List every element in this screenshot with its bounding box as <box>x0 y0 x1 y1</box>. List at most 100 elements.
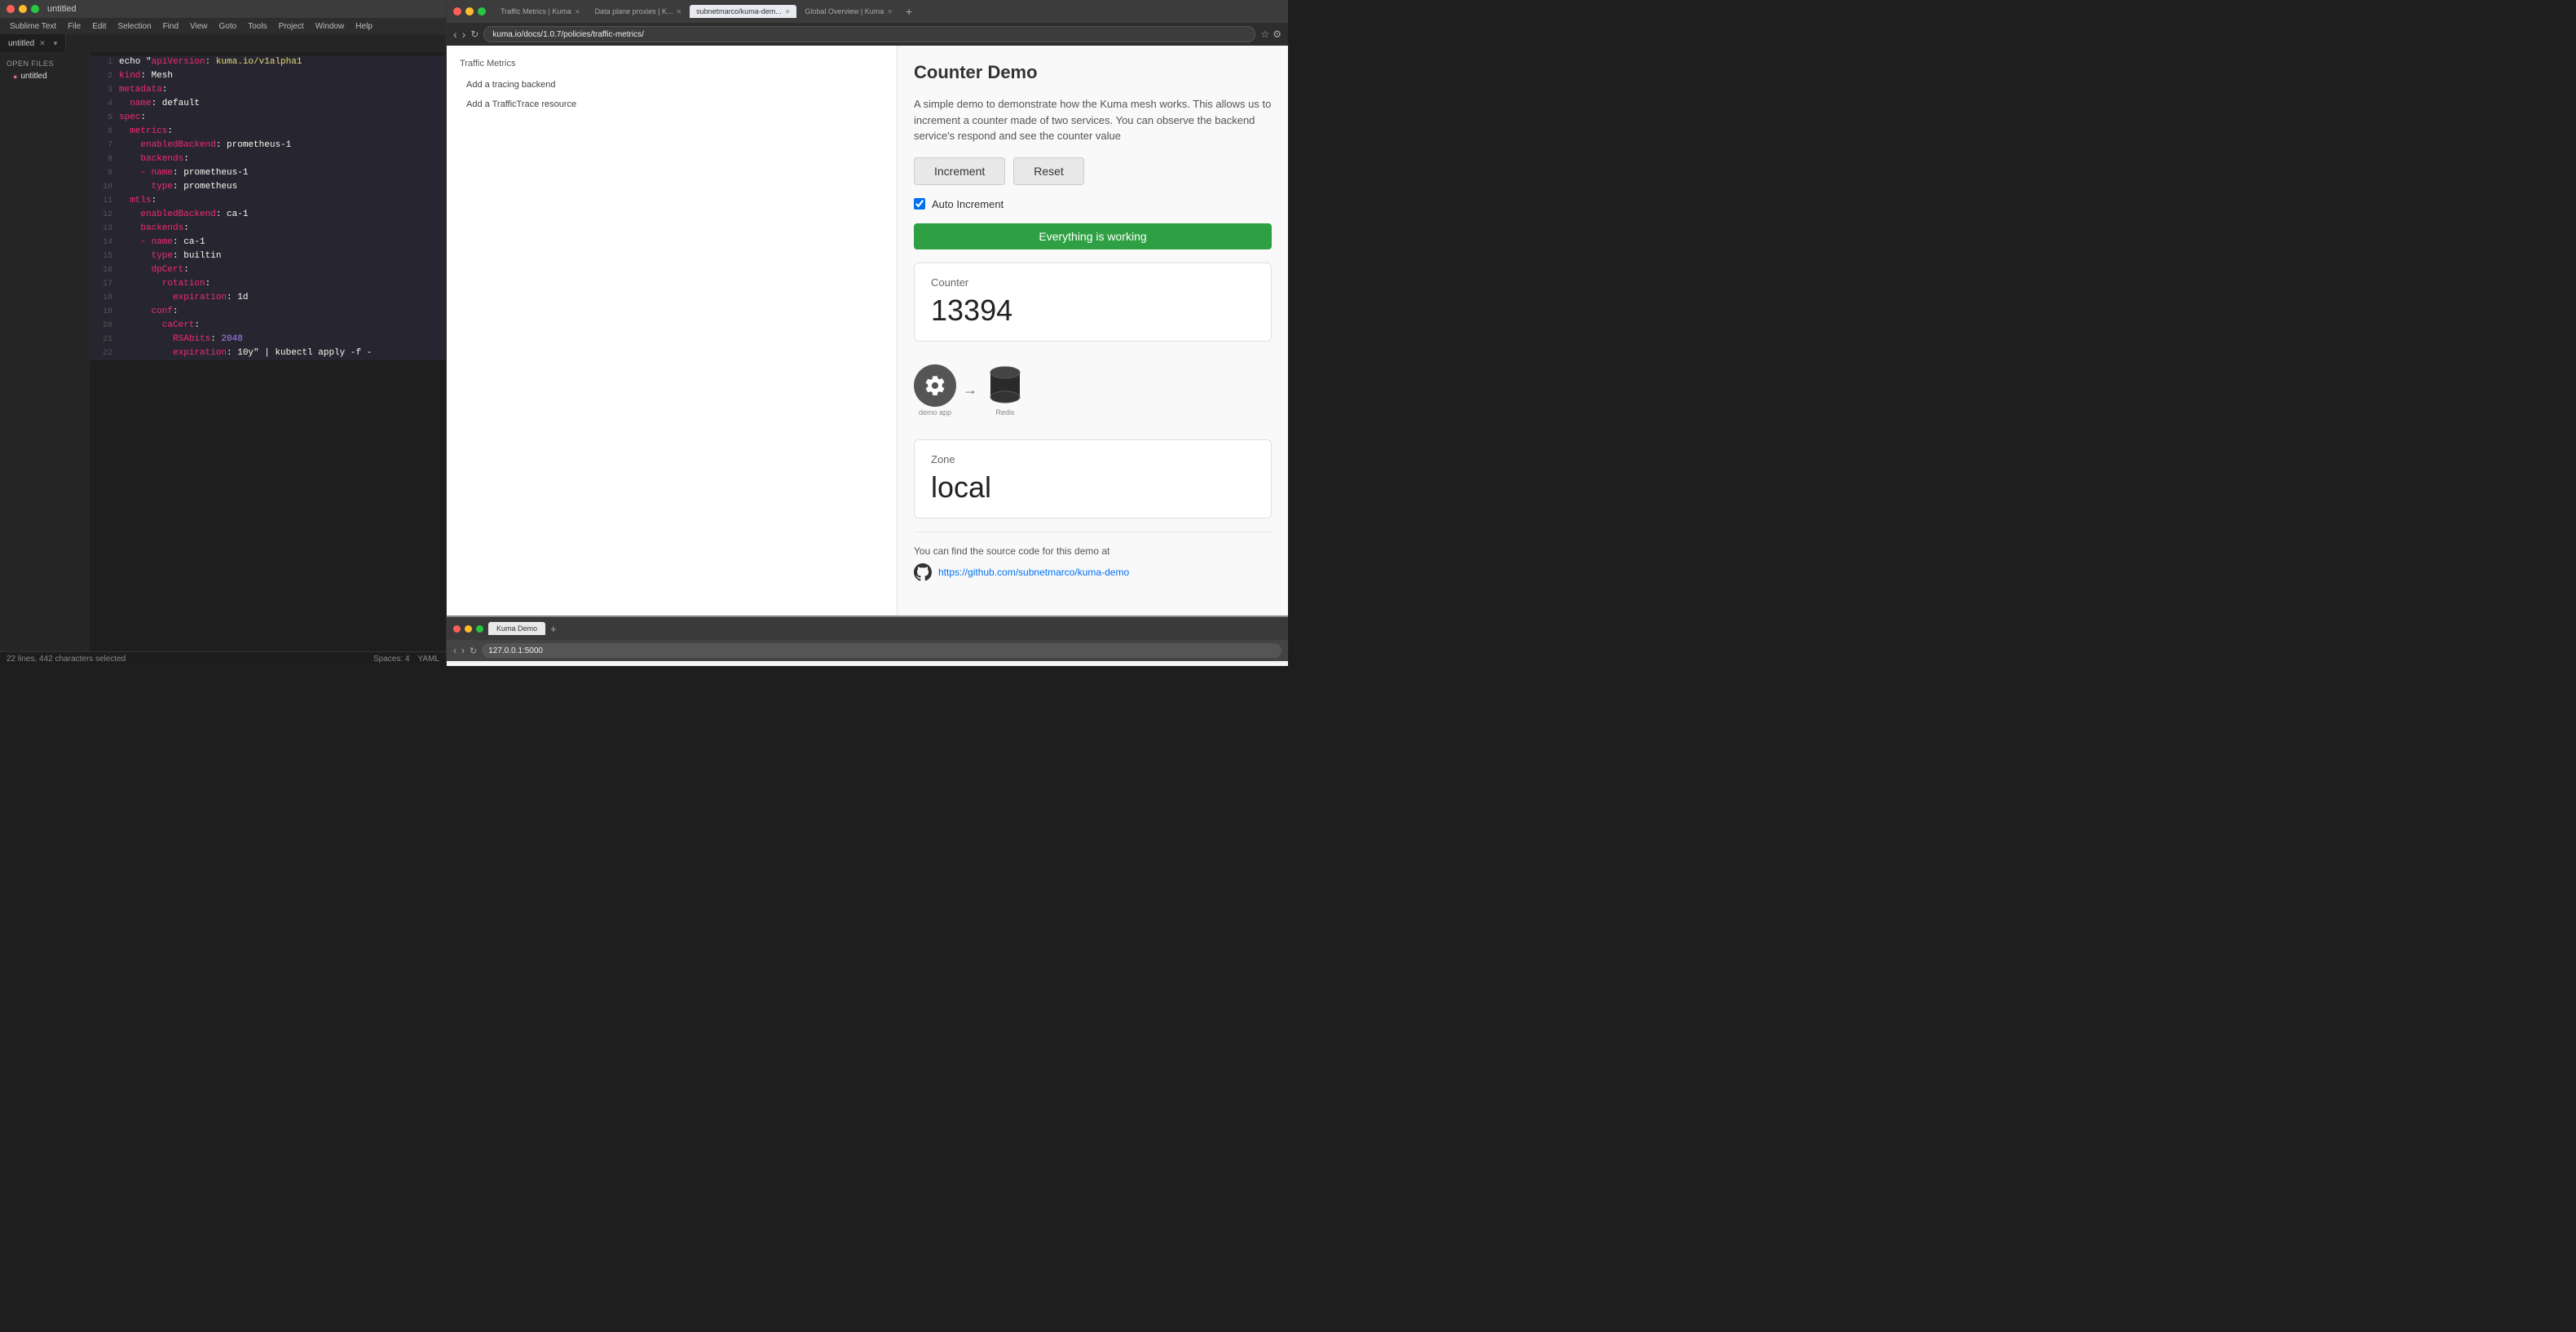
browser2-close-icon[interactable] <box>453 625 461 633</box>
menu-view[interactable]: View <box>185 21 213 32</box>
sidebar-section-header: OPEN FILES <box>0 57 90 70</box>
line-number: 8 <box>93 153 112 166</box>
menu-find[interactable]: Find <box>158 21 183 32</box>
code-content[interactable]: backends: <box>119 152 189 165</box>
code-line-17: 17 rotation: <box>90 277 446 291</box>
menu-help[interactable]: Help <box>351 21 377 32</box>
tab-close-icon[interactable]: ✕ <box>39 39 46 48</box>
menu-window[interactable]: Window <box>311 21 350 32</box>
tab-traffic-metrics[interactable]: Traffic Metrics | Kuma ✕ <box>494 5 587 18</box>
menu-tools[interactable]: Tools <box>243 21 271 32</box>
tab-subnetmarco[interactable]: subnetmarco/kuma-dem... ✕ <box>690 5 796 18</box>
code-content[interactable]: enabledBackend: ca-1 <box>119 208 248 221</box>
code-content[interactable]: - name: ca-1 <box>119 236 205 249</box>
code-content[interactable]: enabledBackend: prometheus-1 <box>119 139 291 152</box>
code-content[interactable]: - name: prometheus-1 <box>119 166 248 179</box>
bookmark-icon[interactable]: ☆ <box>1260 29 1269 40</box>
new-tab-icon[interactable]: + <box>901 5 917 18</box>
menu-edit[interactable]: Edit <box>87 21 111 32</box>
github-url[interactable]: https://github.com/subnetmarco/kuma-demo <box>938 567 1129 578</box>
line-number: 18 <box>93 292 112 305</box>
reset-button[interactable]: Reset <box>1013 157 1084 185</box>
code-line-19: 19 conf: <box>90 305 446 319</box>
browser2-minimize-icon[interactable] <box>465 625 472 633</box>
line-number: 2 <box>93 70 112 83</box>
sublime-text-editor: untitled Sublime Text File Edit Selectio… <box>0 0 447 666</box>
tab-dropdown-icon[interactable]: ▾ <box>54 39 58 48</box>
zone-card: Zone local <box>914 439 1272 518</box>
browser2-new-tab-icon[interactable]: + <box>550 623 557 635</box>
tab-data-close-icon[interactable]: ✕ <box>676 8 681 15</box>
increment-button[interactable]: Increment <box>914 157 1005 185</box>
source-code-text: You can find the source code for this de… <box>914 545 1272 557</box>
tab-global-overview[interactable]: Global Overview | Kuma ✕ <box>798 5 899 18</box>
code-content[interactable]: mtls: <box>119 194 157 207</box>
browser1-close-icon[interactable] <box>453 7 461 15</box>
sublime-tab-untitled[interactable]: untitled ✕ ▾ <box>0 34 66 52</box>
code-line-7: 7 enabledBackend: prometheus-1 <box>90 139 446 152</box>
browser2-reload-icon[interactable]: ↻ <box>470 646 477 656</box>
line-number: 13 <box>93 223 112 236</box>
browser1-minimize-icon[interactable] <box>465 7 474 15</box>
code-content[interactable]: spec: <box>119 111 146 124</box>
tab-data-plane[interactable]: Data plane proxies | K... ✕ <box>589 5 689 18</box>
browser1-address-bar: ‹ › ↻ kuma.io/docs/1.0.7/policies/traffi… <box>447 23 1288 46</box>
reload-icon[interactable]: ↻ <box>470 29 479 40</box>
nav-links: Add a tracing backend Add a TrafficTrace… <box>460 75 884 114</box>
code-content[interactable]: metadata: <box>119 83 167 96</box>
browser2-forward-icon[interactable]: › <box>461 645 465 656</box>
code-line-18: 18 expiration: 1d <box>90 291 446 305</box>
tab-subnetmarco-close-icon[interactable]: ✕ <box>785 8 791 15</box>
demo-app-icon-group: demo app <box>914 364 956 417</box>
browser1-content: Traffic Metrics Add a tracing backend Ad… <box>447 46 1288 615</box>
github-link[interactable]: https://github.com/subnetmarco/kuma-demo <box>914 563 1272 581</box>
code-line-10: 10 type: prometheus <box>90 180 446 194</box>
code-content[interactable]: kind: Mesh <box>119 69 173 82</box>
zone-card-value: local <box>931 470 1255 505</box>
close-icon[interactable] <box>7 5 15 13</box>
menu-goto[interactable]: Goto <box>214 21 242 32</box>
auto-increment-checkbox[interactable] <box>914 198 925 210</box>
code-content[interactable]: caCert: <box>119 319 200 332</box>
back-icon[interactable]: ‹ <box>453 28 457 41</box>
menu-file[interactable]: File <box>63 21 86 32</box>
code-content[interactable]: rotation: <box>119 277 210 290</box>
url-input-1[interactable]: kuma.io/docs/1.0.7/policies/traffic-metr… <box>483 26 1255 42</box>
forward-icon[interactable]: › <box>462 28 466 41</box>
file-dot-icon: ● <box>13 73 17 81</box>
minimize-icon[interactable] <box>19 5 27 13</box>
sublime-tabs: untitled ✕ ▾ <box>0 34 446 52</box>
code-content[interactable]: name: default <box>119 97 200 110</box>
code-content[interactable]: backends: <box>119 222 189 235</box>
extensions-icon[interactable]: ⚙ <box>1273 29 1281 40</box>
code-line-4: 4 name: default <box>90 97 446 111</box>
code-content[interactable]: type: prometheus <box>119 180 237 193</box>
counter-action-buttons: Increment Reset <box>914 157 1272 185</box>
kuma-docs-content: Traffic Metrics Add a tracing backend Ad… <box>447 46 897 615</box>
menu-sublime-text[interactable]: Sublime Text <box>5 21 61 32</box>
code-content[interactable]: dpCert: <box>119 263 189 276</box>
menu-selection[interactable]: Selection <box>112 21 156 32</box>
code-content[interactable]: type: builtin <box>119 249 221 262</box>
browser2-tab-kuma-demo[interactable]: Kuma Demo <box>488 622 545 635</box>
code-content[interactable]: expiration: 1d <box>119 291 248 304</box>
code-content[interactable]: conf: <box>119 305 179 318</box>
nav-item-traffictrace[interactable]: Add a TrafficTrace resource <box>460 95 884 114</box>
browser2-back-icon[interactable]: ‹ <box>453 645 457 656</box>
code-line-12: 12 enabledBackend: ca-1 <box>90 208 446 222</box>
browser1-maximize-icon[interactable] <box>478 7 486 15</box>
maximize-icon[interactable] <box>31 5 39 13</box>
code-editor[interactable]: 1echo "apiVersion: kuma.io/v1alpha12kind… <box>90 52 446 651</box>
code-content[interactable]: echo "apiVersion: kuma.io/v1alpha1 <box>119 55 302 68</box>
menu-project[interactable]: Project <box>274 21 309 32</box>
browser-window-2: Kuma Demo + ‹ › ↻ 127.0.0.1:5000 <box>447 617 1288 666</box>
tab-traffic-close-icon[interactable]: ✕ <box>575 8 580 15</box>
code-content[interactable]: metrics: <box>119 125 173 138</box>
nav-item-tracing[interactable]: Add a tracing backend <box>460 75 884 95</box>
browser2-url-input[interactable]: 127.0.0.1:5000 <box>482 643 1281 658</box>
code-content[interactable]: expiration: 10y" | kubectl apply -f - <box>119 346 372 359</box>
tab-global-close-icon[interactable]: ✕ <box>887 8 893 15</box>
sidebar-item-untitled[interactable]: ● untitled <box>0 70 90 82</box>
code-content[interactable]: RSAbits: 2048 <box>119 333 243 346</box>
browser2-maximize-icon[interactable] <box>476 625 483 633</box>
